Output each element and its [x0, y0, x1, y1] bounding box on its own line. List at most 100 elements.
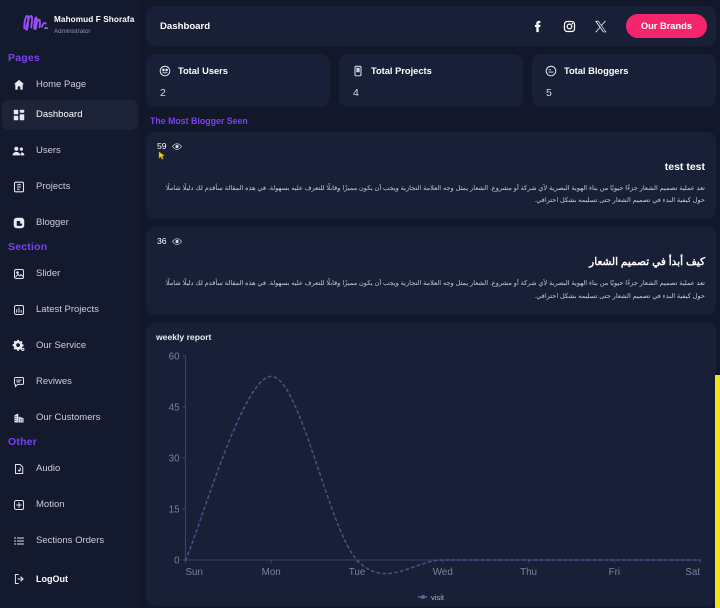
svg-text:Wed: Wed — [433, 567, 453, 578]
building-icon — [12, 411, 25, 424]
sidebar-item-label: Motion — [36, 499, 65, 511]
logout-button[interactable]: LogOut — [0, 564, 140, 594]
home-icon — [12, 78, 25, 91]
sidebar-item-label: Users — [36, 145, 61, 157]
total-projects-icon — [351, 64, 364, 77]
sidebar-item-label: Home Page — [36, 79, 87, 91]
post-meta: 59 — [157, 141, 705, 160]
sidebar-item-our-customers[interactable]: Our Customers — [0, 403, 140, 433]
sidebar-group-label-section: Section — [8, 240, 48, 253]
sidebar-item-label: Latest Projects — [36, 304, 99, 316]
chart-svg: 0 15 30 45 60 Sun Mon Tue Wed Thu Fri Sat — [169, 351, 701, 578]
list-order-icon — [12, 534, 25, 547]
instagram-icon[interactable] — [562, 19, 577, 34]
brand-role: Administrator — [54, 28, 91, 36]
sidebar-item-reviews[interactable]: Reviwes — [0, 367, 140, 397]
stat-card-total-users[interactable]: Total Users 2 — [146, 54, 330, 107]
sidebar-item-label: Our Service — [36, 340, 87, 352]
comment-icon — [12, 375, 25, 388]
signature-logo-icon — [22, 12, 48, 32]
dashboard-grid-icon — [12, 108, 25, 121]
logout-icon — [12, 572, 25, 585]
sidebar-item-label: Reviwes — [36, 376, 72, 388]
topbar: Dashboard Our Brands — [146, 6, 716, 46]
blogger-post[interactable]: 59 test test تعد عملية تصميم الشعار جزءً… — [146, 132, 716, 220]
stat-card-header: Total Users — [158, 64, 318, 77]
chart-legend[interactable]: visit — [156, 593, 706, 602]
brand-name: Mahomud F Shorafa — [54, 15, 135, 24]
sidebar-item-label: Slider — [36, 268, 61, 280]
sidebar-item-projects[interactable]: Projects — [0, 172, 140, 202]
slider-image-icon — [12, 267, 25, 280]
audio-file-icon — [12, 462, 25, 475]
sidebar-item-dashboard[interactable]: Dashboard — [2, 99, 138, 130]
sidebar-item-users[interactable]: Users — [0, 136, 140, 166]
stat-card-value: 4 — [353, 87, 359, 99]
stat-card-header: Total Projects — [351, 64, 511, 77]
sidebar-item-sections-orders[interactable]: Sections Orders — [0, 526, 140, 556]
sidebar-item-our-service[interactable]: Our Service — [0, 331, 140, 361]
blogger-post[interactable]: 36 كيف أبدأ في تصميم الشعار تعد عملية تص… — [146, 227, 716, 315]
sidebar-group-label-other: Other — [8, 435, 38, 448]
sidebar-item-label: Blogger — [36, 217, 69, 229]
topbar-actions: Our Brands — [531, 14, 707, 38]
total-users-icon — [158, 64, 171, 77]
stat-card-value: 5 — [546, 87, 552, 99]
x-twitter-icon[interactable] — [593, 19, 608, 34]
svg-text:45: 45 — [169, 402, 180, 413]
svg-text:Fri: Fri — [609, 567, 620, 578]
motion-icon — [12, 498, 25, 511]
logout-label: LogOut — [36, 573, 68, 584]
gear-icon — [12, 339, 25, 352]
brand-header: Mahomud F Shorafa Administrator — [0, 0, 140, 36]
users-icon — [12, 144, 25, 157]
projects-icon — [12, 180, 25, 193]
stat-card-total-bloggers[interactable]: Total Bloggers 5 — [532, 54, 716, 107]
chart-title: weekly report — [156, 331, 212, 342]
post-views-count: 36 — [157, 236, 167, 247]
legend-label: visit — [430, 592, 445, 602]
svg-text:Thu: Thu — [520, 567, 537, 578]
sidebar-item-blogger[interactable]: Blogger — [0, 208, 140, 238]
svg-text:Mon: Mon — [262, 567, 281, 578]
app-root: Mahomud F Shorafa Administrator Pages Ho… — [0, 0, 720, 608]
eye-icon — [171, 236, 182, 246]
chart-plot-area[interactable]: 0 15 30 45 60 Sun Mon Tue Wed Thu Fri Sat — [156, 344, 706, 592]
sidebar-item-audio[interactable]: Audio — [0, 454, 140, 484]
brand-text: Mahomud F Shorafa Administrator — [54, 9, 134, 36]
latest-projects-icon — [12, 303, 25, 316]
stat-card-title: Total Users — [178, 65, 228, 76]
svg-text:30: 30 — [169, 453, 180, 464]
svg-text:Sun: Sun — [185, 567, 202, 578]
cursor-pointer-icon — [158, 147, 166, 160]
post-title: test test — [664, 161, 705, 173]
stat-card-value: 2 — [160, 87, 166, 99]
stat-card-title: Total Bloggers — [564, 65, 629, 76]
svg-text:15: 15 — [169, 504, 180, 515]
sidebar: Mahomud F Shorafa Administrator Pages Ho… — [0, 0, 140, 608]
stat-card-total-projects[interactable]: Total Projects 4 — [339, 54, 523, 107]
post-body: تعد عملية تصميم الشعار جزءًا حيويًا من ب… — [165, 185, 705, 205]
sidebar-item-slider[interactable]: Slider — [0, 259, 140, 289]
legend-marker-icon — [417, 594, 427, 599]
blogger-icon — [12, 216, 25, 229]
sidebar-item-label: Sections Orders — [36, 535, 105, 547]
sidebar-item-motion[interactable]: Motion — [0, 490, 140, 520]
post-title: كيف أبدأ في تصميم الشعار — [589, 256, 705, 269]
sidebar-item-label: Audio — [36, 463, 61, 475]
sidebar-item-latest-projects[interactable]: Latest Projects — [0, 295, 140, 325]
weekly-report-chart-card: weekly report 0 15 30 45 60 Sun Mon Tue Wed Thu Fr… — [146, 322, 716, 606]
stats-cards: Total Users 2 Total Projects 4 Total Blo… — [146, 54, 716, 107]
facebook-icon[interactable] — [531, 19, 546, 34]
post-body: تعد عملية تصميم الشعار جزءًا حيويًا من ب… — [165, 280, 705, 300]
sidebar-item-home-page[interactable]: Home Page — [0, 70, 140, 100]
sidebar-item-label: Dashboard — [36, 109, 83, 121]
our-brands-button[interactable]: Our Brands — [625, 14, 707, 38]
main-content: Dashboard Our Brands Total Users 2 Total… — [140, 0, 720, 608]
sidebar-group-label-pages: Pages — [8, 51, 40, 64]
most-blogger-seen-heading: The Most Blogger Seen — [150, 116, 248, 126]
sidebar-item-label: Projects — [36, 181, 71, 193]
svg-text:60: 60 — [169, 351, 180, 362]
eye-icon — [171, 141, 182, 151]
total-bloggers-icon — [544, 64, 557, 77]
